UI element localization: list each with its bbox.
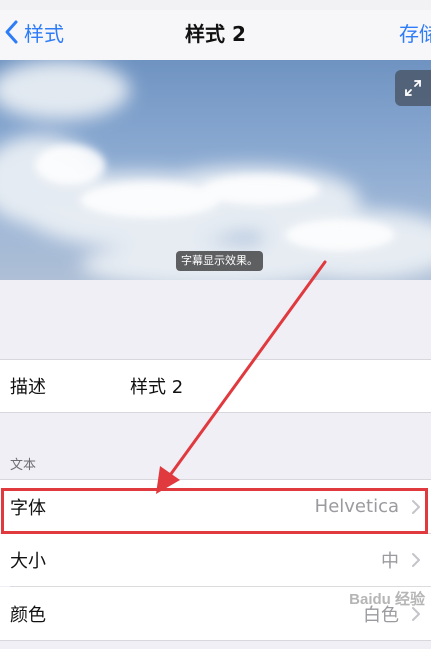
subtitle-caption: 字幕显示效果。 (176, 251, 263, 271)
color-label: 颜色 (10, 604, 46, 626)
chevron-right-icon (412, 553, 420, 567)
expand-button[interactable] (395, 70, 431, 106)
divider (0, 412, 431, 413)
expand-icon (405, 80, 421, 96)
divider (0, 640, 431, 641)
font-row[interactable]: 字体 Helvetica (0, 480, 431, 533)
font-value: Helvetica (314, 496, 399, 517)
description-row[interactable]: 描述 样式 2 (0, 360, 431, 412)
description-label: 描述 (10, 377, 46, 398)
chevron-right-icon (412, 499, 420, 514)
size-value: 中 (381, 551, 399, 572)
save-button[interactable]: 存储 (399, 18, 431, 47)
navigation-bar: 样式 样式 2 存储 (0, 0, 431, 60)
sky-background-image (0, 60, 431, 280)
subtitle-preview: 字幕显示效果。 (0, 60, 431, 280)
status-bar (0, 0, 431, 10)
section-header-text: 文本 (10, 458, 37, 473)
size-row[interactable]: 大小 中 (0, 534, 431, 586)
page-title: 样式 2 (185, 22, 246, 46)
font-label: 字体 (10, 497, 46, 519)
watermark-logo: Baidu 经验 (349, 591, 425, 608)
size-label: 大小 (10, 551, 46, 572)
description-value[interactable]: 样式 2 (130, 373, 183, 399)
